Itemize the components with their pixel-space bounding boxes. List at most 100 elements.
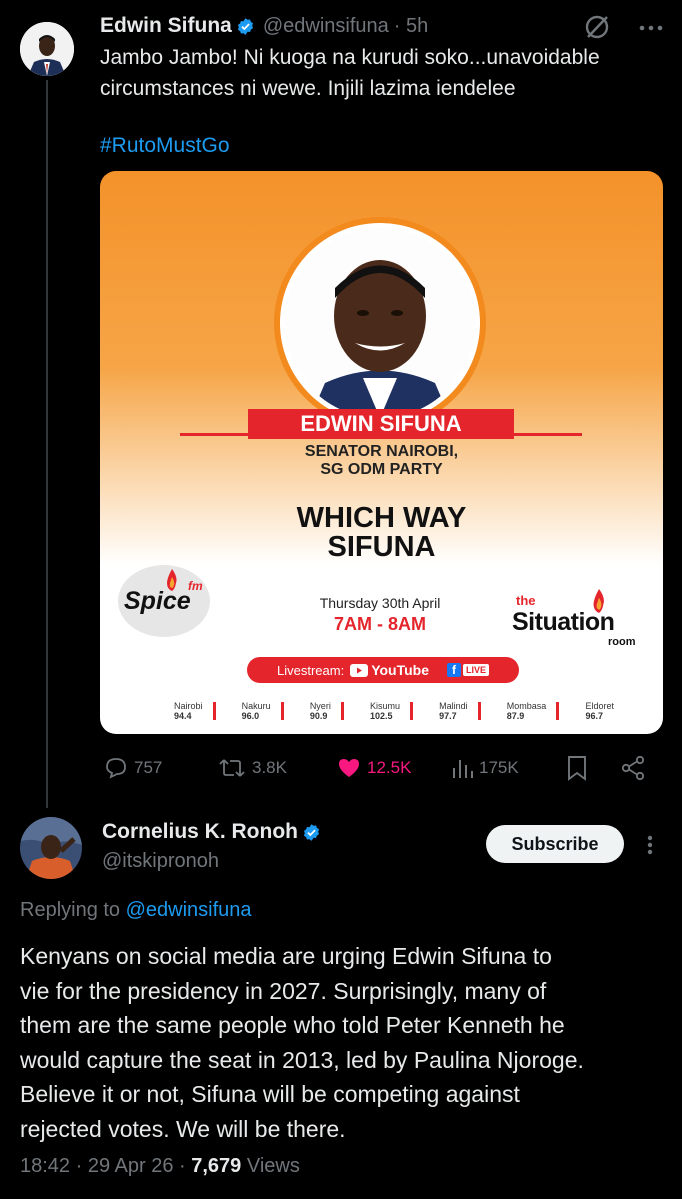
like-count: 12.5K <box>367 758 412 777</box>
reply-timestamp[interactable]: 18:42 · 29 Apr 26 · <box>20 1155 186 1177</box>
views-action[interactable]: 175K <box>451 756 519 780</box>
frequency-city: Nakuru <box>241 701 271 711</box>
logo-room: room <box>608 636 636 648</box>
reply-author-handle[interactable]: @itskipronoh <box>102 850 219 873</box>
verified-badge-icon <box>237 17 253 35</box>
reply-text-line: rejected votes. We will be there. <box>20 1115 346 1142</box>
author-handle[interactable]: @edwinsifuna <box>263 15 389 38</box>
analytics-icon <box>453 760 473 778</box>
replying-handle-link[interactable]: @edwinsifuna <box>126 899 252 921</box>
flame-icon <box>167 569 177 591</box>
reply-icon <box>106 758 126 779</box>
tweet-text-line: circumstances ni wewe. Injili lazima ien… <box>100 77 516 100</box>
frequency-item: Mombasa 87.9 <box>507 701 560 721</box>
frequency-separator <box>212 702 216 720</box>
bookmark-icon[interactable] <box>566 755 588 786</box>
reply-action[interactable]: 757 <box>104 756 162 780</box>
poster-name: EDWIN SIFUNA <box>248 409 514 439</box>
tweet-text: Jambo Jambo! Ni kuoga na kurudi soko...u… <box>100 42 670 104</box>
frequency-value: 90.9 <box>309 711 328 721</box>
reply-text-line: Believe it or not, Sifuna will be compet… <box>20 1081 520 1107</box>
fb-live-label: LIVE <box>463 664 490 676</box>
share-icon[interactable] <box>620 755 646 786</box>
frequency-value: 96.0 <box>241 711 260 721</box>
reply-text-line: Kenyans on social media are urging Edwin… <box>20 943 552 969</box>
poster-role-line: SG ODM PARTY <box>320 461 443 478</box>
frequency-separator <box>409 702 413 720</box>
tweet-header: Edwin Sifuna @edwinsifuna · 5h <box>100 14 428 38</box>
frequency-list: Nairobi 94.4 Nakuru 96.0 Nyeri 90.9 Kisumu 102.… <box>174 701 614 721</box>
livestream-bar: Livestream: YouTube f LIVE <box>247 657 519 683</box>
livestream-label: Livestream: <box>276 662 345 678</box>
author-avatar[interactable] <box>20 22 74 76</box>
spice-fm-logo: Spice fm <box>118 565 210 637</box>
portrait-photo <box>285 228 475 418</box>
frequency-city: Mombasa <box>506 701 547 711</box>
author-name[interactable]: Edwin Sifuna <box>100 14 232 38</box>
reply-author-avatar[interactable] <box>20 817 82 879</box>
frequency-city: Malindi <box>439 701 468 711</box>
subscribe-button[interactable]: Subscribe <box>486 825 624 863</box>
frequency-city: Nairobi <box>174 701 203 711</box>
frequency-separator <box>280 702 284 720</box>
situation-room-logo: the Situation room <box>510 589 650 651</box>
reply-text-line: them are the same people who told Peter … <box>20 1012 565 1038</box>
poster-role-line: SENATOR NAIROBI, <box>304 443 459 460</box>
reply-views-label: Views <box>246 1155 300 1177</box>
verified-badge-icon <box>303 823 320 841</box>
poster-headline-line: WHICH WAY <box>296 502 467 534</box>
frequency-separator <box>340 702 344 720</box>
poster-headline-line: SIFUNA <box>327 531 436 563</box>
hashtag-link[interactable]: #RutoMustGo <box>100 130 230 161</box>
youtube-label: YouTube <box>371 662 429 678</box>
frequency-item: Kisumu 102.5 <box>370 701 413 721</box>
frequency-item: Malindi 97.7 <box>439 701 481 721</box>
facebook-live-badge: f LIVE <box>447 663 490 677</box>
reply-text: Kenyans on social media are urging Edwin… <box>20 939 670 1146</box>
frequency-city: Kisumu <box>369 701 400 711</box>
reply-more-options-icon[interactable] <box>640 834 660 861</box>
more-options-icon[interactable] <box>638 18 664 43</box>
tweet-text-line: Jambo Jambo! Ni kuoga na kurudi soko...u… <box>100 46 600 69</box>
frequency-city: Eldoret <box>585 701 614 711</box>
frequency-value: 97.7 <box>439 711 457 721</box>
repost-count: 3.8K <box>252 758 287 777</box>
youtube-badge: YouTube <box>350 662 429 678</box>
logo-the: the <box>516 593 536 608</box>
show-date: Thursday 30th April <box>319 595 441 611</box>
frequency-item: Nairobi 94.4 <box>174 701 216 721</box>
replying-prefix: Replying to <box>20 899 121 921</box>
spice-logo-text: Spice <box>124 587 191 615</box>
frequency-item: Eldoret 96.7 <box>585 701 614 721</box>
tweet-time[interactable]: · 5h <box>394 15 428 38</box>
poster-headline: WHICH WAY SIFUNA <box>100 504 663 562</box>
reply-views-count: 7,679 <box>191 1155 242 1177</box>
spice-logo-fm: fm <box>188 579 203 593</box>
frequency-separator <box>556 702 560 720</box>
reply-text-line: vie for the presidency in 2027. Surprisi… <box>20 977 547 1004</box>
flame-icon <box>593 589 604 613</box>
repost-icon <box>219 759 245 777</box>
frequency-city: Nyeri <box>309 701 331 711</box>
replying-to: Replying to @edwinsifuna <box>20 899 252 922</box>
frequency-value: 102.5 <box>369 711 393 721</box>
reply-author-name[interactable]: Cornelius K. Ronoh <box>102 820 298 844</box>
reply-count: 757 <box>134 758 163 777</box>
views-count: 175K <box>479 758 519 777</box>
reply-meta: 18:42 · 29 Apr 26 · 7,679 Views <box>20 1155 300 1178</box>
frequency-item: Nyeri 90.9 <box>310 701 344 721</box>
heart-filled-icon <box>339 759 359 777</box>
youtube-icon <box>350 663 369 677</box>
frequency-value: 87.9 <box>506 711 525 721</box>
frequency-separator <box>477 702 481 720</box>
like-action[interactable]: 12.5K <box>337 756 411 780</box>
show-time: 7AM - 8AM <box>333 614 426 634</box>
repost-action[interactable]: 3.8K <box>218 756 287 780</box>
tweet-media-poster[interactable]: EDWIN SIFUNA SENATOR NAIROBI, SG ODM PAR… <box>100 171 663 734</box>
frequency-item: Nakuru 96.0 <box>242 701 284 721</box>
reply-header: Cornelius K. Ronoh <box>102 820 321 844</box>
frequency-value: 96.7 <box>585 711 603 721</box>
reply-text-line: would capture the seat in 2013, led by P… <box>20 1046 584 1073</box>
thread-line <box>46 80 48 808</box>
poster-role: SENATOR NAIROBI, SG ODM PARTY <box>100 443 663 479</box>
